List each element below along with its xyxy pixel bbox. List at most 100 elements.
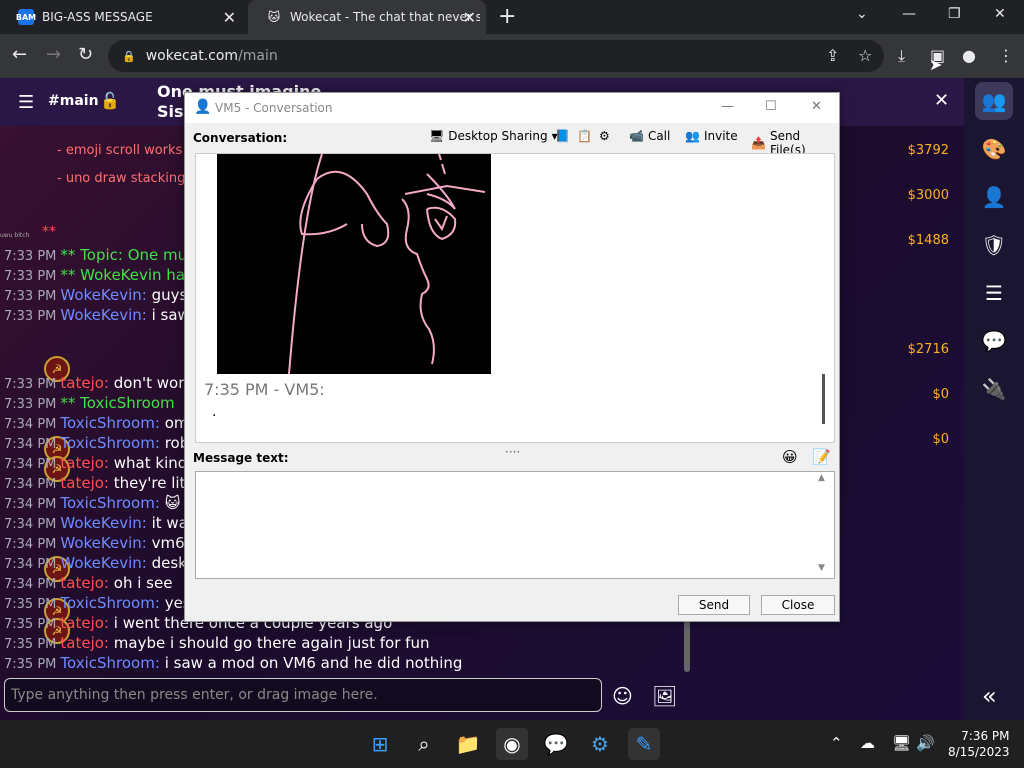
back-button[interactable]: ←: [12, 44, 27, 65]
chat-input[interactable]: Type anything then press enter, or drag …: [4, 678, 602, 712]
desktop-sharing-button[interactable]: 🖥 Desktop Sharing ▾: [429, 129, 558, 143]
settings-icon[interactable]: ⚙: [584, 728, 616, 760]
money-value: $2716: [907, 342, 949, 357]
star-marker: **: [42, 224, 56, 240]
small-label: uwu bitch: [0, 232, 30, 239]
address-domain: wokecat.com: [145, 48, 239, 64]
profile-icon[interactable]: ●: [962, 46, 976, 65]
minimize-button[interactable]: —: [902, 6, 916, 22]
tab-title: Wokecat - The chat that never sle: [290, 10, 480, 24]
folder-icon[interactable]: 📁: [452, 728, 484, 760]
maximize-button[interactable]: ☐: [765, 99, 777, 114]
message-text-field[interactable]: [195, 471, 835, 579]
new-tab-button[interactable]: +: [498, 4, 516, 29]
sliders-icon[interactable]: ☰: [975, 274, 1013, 312]
clock-time: 7:36 PM: [961, 729, 1010, 743]
download-icon[interactable]: ⤓: [898, 46, 905, 66]
chat-message: 7:34 PM ToxicShroom: om: [4, 414, 189, 432]
user-avatar-icon: 👤: [194, 99, 212, 115]
note-line: - uno draw stacking: [57, 171, 186, 186]
tab-wokecat[interactable]: 🐱 Wokecat - The chat that never sle ✕: [248, 0, 486, 34]
chat-message: 7:33 PM ** Topic: One mu: [4, 246, 188, 264]
users-icon[interactable]: 👥: [975, 82, 1013, 120]
network-off-icon[interactable]: ☁: [860, 734, 875, 752]
close-icon[interactable]: ✕: [463, 8, 476, 27]
shield-icon[interactable]: 🛡: [975, 226, 1013, 264]
chat-message: 7:34 PM WokeKevin: desk: [4, 554, 187, 572]
conversation-area[interactable]: 7:35 PM - VM5: .: [195, 153, 835, 443]
tab-big-ass-message[interactable]: BAM BIG-ASS MESSAGE ✕: [0, 0, 246, 34]
money-value: $0: [932, 432, 949, 447]
chat-message: 7:34 PM ToxicShroom: 😺: [4, 494, 181, 512]
contacts-icon[interactable]: 📋: [577, 129, 592, 143]
call-button[interactable]: 📹 Call: [629, 129, 670, 143]
unlock-icon[interactable]: 🔓: [100, 91, 120, 110]
splitter-grip[interactable]: ····: [505, 445, 520, 459]
chat-message: 7:34 PM WokeKevin: it wa: [4, 514, 188, 532]
conversation-dialog: VM5 - Conversation 👤 — ☐ ✕ Conversation:…: [184, 92, 840, 622]
scroll-down-arrow[interactable]: ▼: [818, 563, 825, 573]
image-icon[interactable]: 🖼: [652, 684, 677, 708]
cat-icon: 🐱: [267, 10, 281, 24]
chevron-up-icon[interactable]: ⌃: [830, 734, 843, 752]
minimize-button[interactable]: —: [721, 99, 734, 114]
close-window-button[interactable]: ✕: [994, 6, 1006, 22]
close-icon[interactable]: ✕: [223, 8, 236, 27]
chat-message: 7:34 PM ToxicShroom: rob: [4, 434, 190, 452]
forward-button[interactable]: →: [46, 44, 61, 65]
message-text-label: Message text:: [193, 451, 289, 465]
chat-message: 7:34 PM tatejo: oh i see: [4, 574, 173, 592]
plug-icon[interactable]: 🔌: [975, 370, 1013, 408]
conversation-scrollbar[interactable]: [822, 374, 825, 424]
gear-icon[interactable]: ⚙: [599, 129, 610, 143]
channel-name: #main: [48, 93, 99, 109]
chat-message: 7:34 PM tatejo: what kind: [4, 454, 188, 472]
volume-icon[interactable]: 🔊: [916, 734, 935, 752]
money-value: $3792: [907, 143, 949, 158]
share-icon[interactable]: ⇪: [826, 46, 839, 65]
send-button[interactable]: Send: [678, 595, 750, 615]
chat-message: 7:34 PM WokeKevin: vm6: [4, 534, 185, 552]
clock-date: 8/15/2023: [948, 745, 1010, 759]
camera-icon: 📹: [629, 129, 644, 143]
tab-title: BIG-ASS MESSAGE: [42, 10, 153, 24]
conversation-label: Conversation:: [193, 131, 288, 145]
address-bar[interactable]: 🔒 wokecat.com/main: [108, 40, 884, 72]
format-icon[interactable]: 📝: [812, 448, 831, 466]
lock-icon: 🔒: [122, 49, 136, 63]
menu-icon[interactable]: ☰: [18, 92, 34, 113]
chrome-icon[interactable]: ◉: [496, 728, 528, 760]
star-icon[interactable]: ☆: [858, 46, 872, 65]
chat-message: 7:34 PM tatejo: they're lite: [4, 474, 195, 492]
collapse-icon[interactable]: «: [982, 682, 997, 710]
dialog-title: VM5 - Conversation: [185, 93, 839, 123]
palette-icon[interactable]: 🎨: [975, 130, 1013, 168]
search-icon[interactable]: ⌕: [408, 728, 440, 760]
chat-icon[interactable]: 💬: [975, 322, 1013, 360]
monitor-icon[interactable]: 🖥: [892, 734, 911, 752]
more-menu-icon[interactable]: ⋮: [998, 46, 1014, 65]
chat-message: 7:33 PM WokeKevin: guys: [4, 286, 188, 304]
chat-scrollbar[interactable]: [684, 620, 690, 672]
messenger-icon[interactable]: 💬: [540, 728, 572, 760]
close-button[interactable]: Close: [761, 595, 835, 615]
emoji-icon[interactable]: ☺: [612, 684, 633, 708]
close-window-button[interactable]: ✕: [811, 99, 822, 114]
system-clock[interactable]: 7:36 PM 8/15/2023: [948, 728, 1010, 760]
smiley-icon[interactable]: 😀: [782, 448, 798, 466]
chat-message: 7:35 PM ToxicShroom: i saw a mod on VM6 a…: [4, 654, 463, 672]
close-icon[interactable]: ✕: [934, 90, 949, 111]
scroll-up-arrow[interactable]: ▲: [818, 473, 825, 483]
money-value: $3000: [907, 188, 949, 203]
chat-message: 7:33 PM ** WokeKevin ha: [4, 266, 186, 284]
windows-start-icon[interactable]: ⊞: [364, 728, 396, 760]
book-icon[interactable]: 📘: [555, 129, 570, 143]
user-icon[interactable]: 👤: [975, 178, 1013, 216]
desktop-icon: 🖥: [429, 129, 445, 143]
reload-button[interactable]: ↻: [78, 44, 93, 65]
drawing-image: [217, 154, 491, 375]
paint-icon[interactable]: ✎: [628, 728, 660, 760]
chevron-down-icon[interactable]: ⌄: [856, 6, 868, 22]
invite-button[interactable]: 👥 Invite: [685, 129, 738, 143]
restore-button[interactable]: ❐: [948, 6, 961, 22]
